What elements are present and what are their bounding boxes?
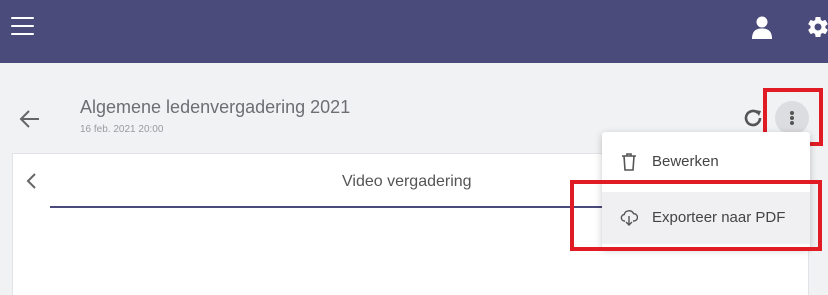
top-app-bar (0, 0, 828, 63)
tab-label: Video vergadering (342, 173, 472, 190)
back-arrow-icon[interactable] (19, 108, 41, 130)
chevron-left-icon[interactable] (24, 172, 40, 190)
page-title: Algemene ledenvergadering 2021 (80, 97, 351, 117)
meeting-date: 16 feb. 2021 20:00 (80, 124, 164, 135)
hamburger-menu-icon[interactable] (11, 16, 34, 36)
refresh-icon[interactable] (742, 107, 764, 129)
user-icon[interactable] (750, 15, 774, 39)
menu-item-label: Bewerken (652, 153, 719, 170)
highlight-box-export-item (570, 180, 822, 251)
trash-icon (622, 153, 636, 171)
gear-icon[interactable] (806, 14, 828, 40)
